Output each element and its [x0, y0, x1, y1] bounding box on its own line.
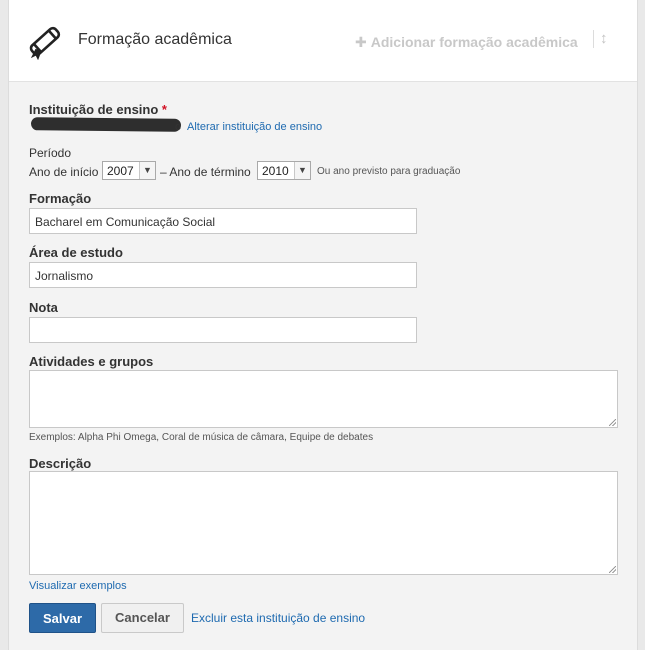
section-header: Formação acadêmica ✚ Adicionar formação a… [9, 0, 637, 82]
view-examples-link[interactable]: Visualizar exemplos [29, 580, 127, 592]
start-year-label: Ano de início [29, 165, 99, 179]
cancel-button[interactable]: Cancelar [101, 603, 184, 633]
description-label: Descrição [29, 456, 92, 471]
redacted-institution-name [30, 117, 182, 132]
resize-grip-icon[interactable] [609, 566, 616, 573]
required-marker: * [161, 102, 167, 117]
save-button[interactable]: Salvar [29, 603, 96, 633]
header-divider [593, 30, 594, 48]
expected-year-note: Ou ano previsto para graduação [317, 166, 461, 177]
degree-input[interactable]: Bacharel em Comunicação Social [29, 208, 417, 234]
institution-name-tail: o [175, 121, 182, 133]
grade-input[interactable] [29, 317, 417, 343]
section-title: Formação acadêmica [78, 31, 232, 48]
institution-label-text: Instituição de ensino [29, 102, 159, 117]
add-education-label: Adicionar formação acadêmica [370, 34, 578, 50]
end-year-value: 2010 [262, 164, 289, 178]
end-year-select[interactable]: 2010 ▼ [257, 161, 311, 180]
grade-label: Nota [29, 300, 58, 315]
activities-textarea[interactable] [29, 370, 618, 428]
degree-label: Formação [29, 191, 92, 206]
field-of-study-label: Área de estudo [29, 245, 123, 260]
sort-arrows-icon[interactable]: ↕ [600, 30, 608, 47]
add-education-button[interactable]: ✚ Adicionar formação acadêmica [355, 34, 578, 51]
resize-grip-icon[interactable] [609, 419, 616, 426]
delete-institution-link[interactable]: Excluir esta instituição de ensino [191, 611, 365, 625]
start-year-value: 2007 [107, 164, 134, 178]
change-institution-link[interactable]: Alterar instituição de ensino [187, 121, 322, 133]
education-card: Formação acadêmica ✚ Adicionar formação a… [8, 0, 638, 650]
institution-label: Instituição de ensino * [29, 102, 167, 117]
end-year-label: – Ano de término [160, 165, 251, 179]
field-of-study-input[interactable]: Jornalismo [29, 262, 417, 288]
activities-label: Atividades e grupos [29, 354, 154, 369]
chevron-down-icon: ▼ [139, 162, 155, 179]
chevron-down-icon: ▼ [294, 162, 310, 179]
diploma-icon [29, 26, 61, 60]
description-textarea[interactable] [29, 471, 618, 575]
period-label: Período [29, 146, 72, 160]
plus-icon: ✚ [355, 34, 367, 50]
activities-hint: Exemplos: Alpha Phi Omega, Coral de músi… [29, 432, 374, 443]
start-year-select[interactable]: 2007 ▼ [102, 161, 156, 180]
